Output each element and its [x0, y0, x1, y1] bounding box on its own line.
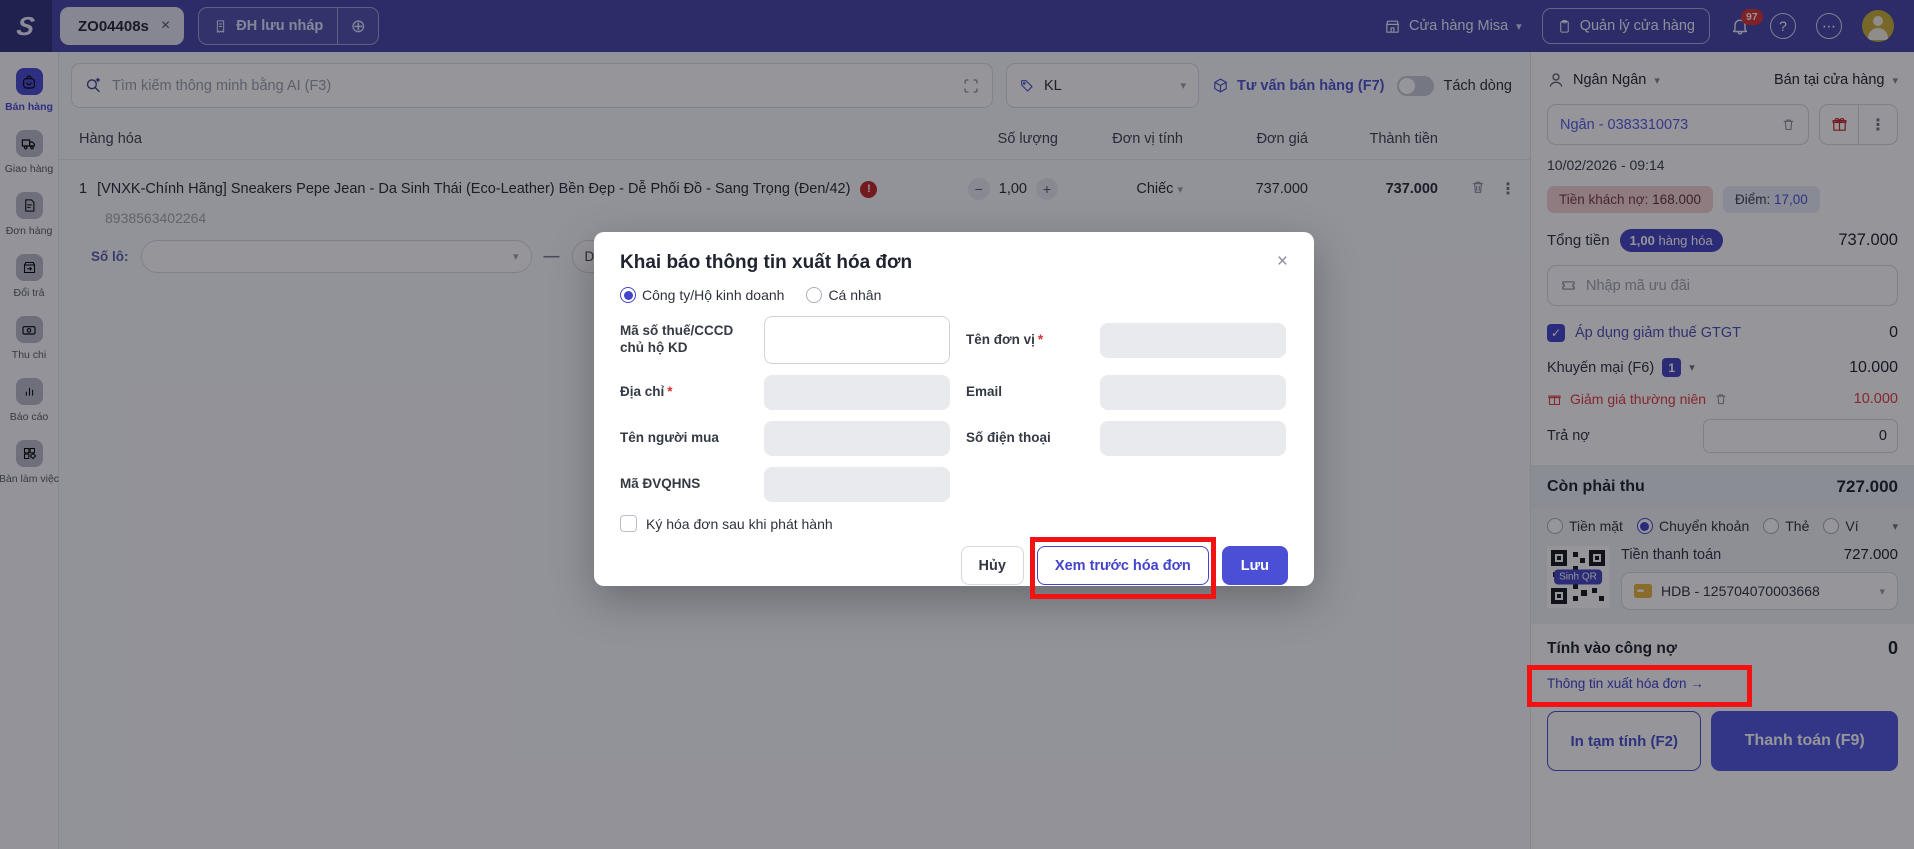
- close-modal-icon[interactable]: ×: [1277, 252, 1288, 271]
- sign-checkbox[interactable]: [620, 515, 637, 532]
- save-button[interactable]: Lưu: [1221, 546, 1288, 585]
- unit-name-input[interactable]: [1100, 322, 1286, 358]
- radio-selected-icon: [620, 287, 636, 303]
- modal-buttons: Hủy Xem trước hóa đơn Lưu: [620, 537, 1288, 599]
- phone-input[interactable]: [1100, 421, 1286, 456]
- modal-title: Khai báo thông tin xuất hóa đơn: [620, 252, 913, 273]
- required-mark: *: [667, 384, 673, 400]
- tax-code-label: Mã số thuế/CCCD chủ hộ KD: [620, 323, 734, 355]
- invoice-form: Mã số thuế/CCCD chủ hộ KD Tên đơn vị * Đị…: [620, 316, 1288, 502]
- radio-personal[interactable]: Cá nhân: [806, 287, 881, 303]
- address-input[interactable]: [764, 375, 950, 410]
- sign-after-issue-row: Ký hóa đơn sau khi phát hành: [620, 515, 1288, 532]
- phone-label: Số điện thoại: [966, 430, 1051, 446]
- radio-icon: [806, 287, 823, 303]
- pos-screen: S ZO04408s × ĐH lưu nháp ⊕ Cửa hàng Misa…: [0, 0, 1914, 849]
- address-label: Địa chỉ *: [620, 384, 673, 400]
- invoice-info-modal: Khai báo thông tin xuất hóa đơn × Công t…: [594, 232, 1314, 599]
- annotation-box-invoice-link: [1527, 665, 1752, 707]
- budget-code-label: Mã ĐVQHNS: [620, 476, 701, 492]
- unit-name-label: Tên đơn vị *: [966, 331, 1044, 347]
- buyer-name-input[interactable]: [764, 421, 950, 456]
- entity-type-radios: Công ty/Hộ kinh doanh Cá nhân: [620, 287, 1288, 303]
- budget-code-input[interactable]: [764, 467, 950, 502]
- sign-checkbox-label: Ký hóa đơn sau khi phát hành: [646, 515, 833, 532]
- preview-invoice-button[interactable]: Xem trước hóa đơn: [1029, 537, 1216, 599]
- email-input[interactable]: [1100, 375, 1286, 410]
- tax-code-input[interactable]: [764, 316, 950, 364]
- required-mark: *: [1037, 331, 1044, 347]
- buyer-name-label: Tên người mua: [620, 430, 719, 446]
- cancel-button[interactable]: Hủy: [960, 546, 1024, 585]
- email-label: Email: [966, 384, 1003, 400]
- radio-company[interactable]: Công ty/Hộ kinh doanh: [620, 287, 784, 303]
